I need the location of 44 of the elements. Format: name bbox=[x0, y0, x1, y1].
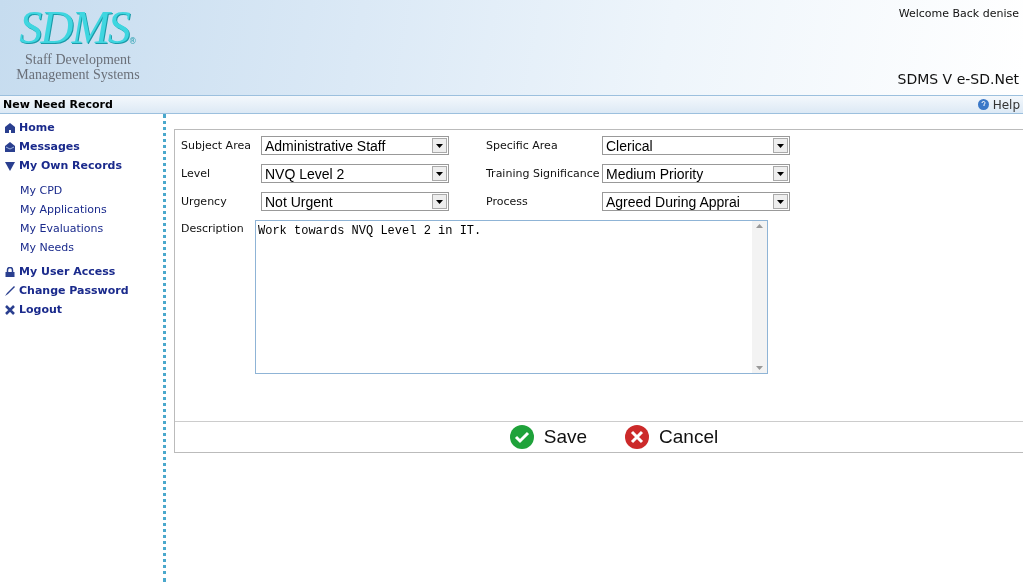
sidebar-item[interactable]: Home bbox=[0, 118, 163, 137]
envelope-icon bbox=[5, 141, 15, 152]
pen-icon bbox=[5, 285, 15, 296]
dropdown[interactable]: Medium Priority bbox=[602, 164, 790, 183]
help-link[interactable]: Help bbox=[977, 97, 1020, 112]
sidebar-item[interactable]: Change Password bbox=[0, 281, 163, 300]
logo-tagline: Management Systems bbox=[16, 67, 140, 82]
sidebar-subitem[interactable]: My Evaluations bbox=[0, 219, 163, 238]
lock-icon bbox=[5, 266, 15, 277]
scrollbar[interactable] bbox=[752, 221, 767, 373]
dropdown[interactable]: Clerical bbox=[602, 136, 790, 155]
sidebar-item[interactable]: My Own Records bbox=[0, 156, 163, 175]
house-icon bbox=[5, 122, 15, 133]
field-label: Description bbox=[181, 221, 245, 235]
field-label: Process bbox=[486, 195, 529, 208]
sidebar-subitem[interactable]: My CPD bbox=[0, 181, 163, 200]
dropdown[interactable]: Administrative Staff bbox=[261, 136, 449, 155]
field-label: Urgency bbox=[181, 195, 228, 208]
description-field[interactable]: Work towards NVQ Level 2 in IT. bbox=[255, 220, 768, 374]
page-title: New Need Record bbox=[3, 98, 113, 111]
scroll-down-icon[interactable] bbox=[756, 366, 763, 370]
sidebar-subitem[interactable]: My Applications bbox=[0, 200, 163, 219]
dropdown[interactable]: Not Urgent bbox=[261, 192, 449, 211]
logo: SDMS bbox=[19, 4, 129, 52]
sidebar-subitem[interactable]: My Needs bbox=[0, 238, 163, 257]
product-name: SDMS V e-SD.Net bbox=[897, 71, 1019, 87]
cross-icon bbox=[5, 304, 15, 315]
dropdown[interactable]: Agreed During Apprai bbox=[602, 192, 790, 211]
field-label: Subject Area bbox=[181, 139, 252, 152]
help-icon bbox=[977, 99, 989, 110]
sidebar-item[interactable]: Logout bbox=[0, 300, 163, 319]
sidebar-item[interactable]: Messages bbox=[0, 137, 163, 156]
field-label: Level bbox=[181, 167, 212, 180]
field-label: Training Significance bbox=[486, 167, 601, 180]
scroll-up-icon[interactable] bbox=[756, 224, 763, 228]
save-button[interactable]: Save bbox=[509, 425, 588, 449]
cancel-button[interactable]: Cancel bbox=[625, 425, 719, 449]
check-icon bbox=[509, 425, 534, 449]
welcome-text: Welcome Back denise bbox=[898, 7, 1019, 20]
logo-tagline: Staff Development bbox=[25, 52, 131, 67]
close-icon bbox=[625, 425, 650, 449]
dropdown[interactable]: NVQ Level 2 bbox=[261, 164, 449, 183]
field-label: Specific Area bbox=[486, 139, 559, 152]
sidebar-item[interactable]: My User Access bbox=[0, 262, 163, 281]
